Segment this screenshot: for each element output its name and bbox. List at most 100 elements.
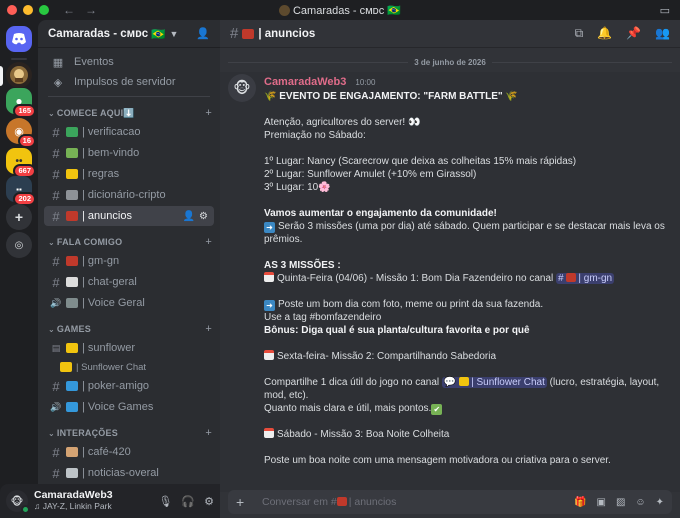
flower-emoji-icon: 🌸 [318,182,331,193]
minimize-window-button[interactable] [23,5,33,15]
category-header[interactable]: ⌄ COMECE AQUI⬇️ + [38,105,220,121]
channel-item[interactable]: # | noticias-overal [44,463,214,483]
emoji-icon[interactable]: ☺ [635,497,645,508]
channel-emoji-icon [66,381,78,391]
bonus-line: Bônus: Diga qual é sua planta/cultura fa… [264,325,530,336]
discover-icon[interactable]: ◎ [6,232,32,258]
calendar-icon: ▦ [52,56,64,69]
create-channel-icon[interactable]: + [205,107,212,119]
channel-emoji-icon [242,28,255,39]
channel-item[interactable]: 🔊 | Voice Geral [44,293,214,313]
chevron-down-icon: ▼ [169,28,179,39]
category-header[interactable]: ⌄ FALA COMIGO + [38,234,220,250]
channel-item[interactable]: # | chat-geral [44,272,214,292]
engage-body: Serão 3 missões (uma por dia) até sábado… [264,221,665,245]
server-yellow-icon[interactable]: •• 667 [6,148,36,178]
channel-list: ⌄ COMECE AQUI⬇️ + # | verificacao # | bem-vind… [38,105,220,483]
message-line: Atenção, agricultores do server! 👀 [264,117,421,128]
category-header[interactable]: ⌄ GAMES + [38,321,220,337]
prize-first: 1º Lugar: Nancy (Scarecrow que deixa as … [264,156,577,167]
channel-title: | anuncios [258,27,316,40]
discord-home-icon[interactable] [6,26,32,52]
hash-icon: # [52,465,60,481]
headset-icon[interactable]: 🎧 [181,495,195,508]
gif-icon[interactable]: ▣ [596,497,605,508]
chevron-down-icon: ⌄ [48,237,55,247]
hash-icon: # [230,25,239,42]
date-divider: 3 de junho de 2026 [228,56,672,68]
nav-server-boosts[interactable]: ◈ Impulsos de servidor [44,72,214,92]
apps-icon[interactable]: ✦ [656,497,664,508]
channel-item[interactable]: # | anuncios 👤 ⚙ [44,206,214,226]
channel-item[interactable]: ▤ | sunflower [44,338,214,358]
user-activity: ♫ JAY-Z, Linkin Park [34,501,112,511]
channel-sidebar: Camaradas - ᴄᴍᴅᴄ 🇧🇷 ▼ 👤 ▦ Eventos ◈ Impu… [38,20,220,518]
channel-emoji-icon [66,402,78,412]
server-orange-icon[interactable]: ◉ 16 [6,118,36,148]
message-line: Premiação no Sábado: [264,130,366,141]
server-green-icon[interactable]: ● 165 [6,88,36,118]
window-title: Camaradas - ᴄᴍᴅᴄ 🇧🇷 [0,4,680,17]
chevron-down-icon: ⌄ [48,324,55,334]
server-camaradas-icon[interactable] [6,62,32,88]
gift-icon[interactable]: 🎁 [574,497,586,508]
server-icon [278,4,290,16]
add-server-icon[interactable]: + [6,204,32,230]
window-controls [7,5,49,15]
message-author[interactable]: CamaradaWeb3 [264,76,346,88]
channel-mention-sunflower-chat[interactable]: 💬 | Sunflower Chat [441,377,547,388]
check-mark-icon: ✔ [431,404,443,415]
invite-people-icon[interactable]: 👤 [196,27,210,40]
channel-item[interactable]: # | verificacao [44,122,214,142]
message-composer[interactable]: + Conversar em # | anuncios 🎁 ▣ ▨ ☺ ✦ [228,490,672,514]
channel-item[interactable]: | Sunflower Chat [54,359,214,375]
channel-emoji-icon [66,148,78,158]
unread-badge: 165 [13,104,36,118]
create-channel-icon[interactable]: + [205,323,212,335]
channel-item[interactable]: # | dicionário-cripto [44,185,214,205]
hash-icon: # [52,253,60,269]
channel-emoji-icon [60,362,72,372]
server-rail: ● 165 ◉ 16 •• 667 ▪▪ 202 + ◎ [0,20,38,518]
author-avatar[interactable]: 🐵 [228,74,256,102]
hash-icon: # [52,187,60,203]
create-channel-icon[interactable]: + [205,236,212,248]
hash-icon: # [52,444,60,460]
channel-mention-gm-gn[interactable]: # | gm-gn [556,273,615,284]
server-header[interactable]: Camaradas - ᴄᴍᴅᴄ 🇧🇷 ▼ 👤 [38,20,220,48]
inbox-icon[interactable]: ▭ [660,4,670,17]
channel-item[interactable]: 🔊 | Voice Games [44,397,214,417]
flag-icon: 🇧🇷 [151,28,166,41]
server-folder-icon[interactable]: ▪▪ 202 [6,176,36,206]
forum-icon: ▤ [51,342,61,353]
sticker-icon[interactable]: ▨ [616,497,625,508]
message[interactable]: 🐵 CamaradaWeb3 10:00 🌾 EVENTO DE ENGAJAM… [220,72,680,492]
microphone-icon[interactable]: 🎙 [158,495,172,508]
threads-icon[interactable]: ⧉ [575,26,584,41]
channel-settings-gear-icon[interactable]: ⚙ [199,211,208,222]
channel-item[interactable]: # | regras [44,164,214,184]
upload-plus-icon[interactable]: + [236,494,250,510]
settings-gear-icon[interactable]: ⚙ [204,495,214,508]
composer-placeholder: Conversar em # | anuncios [262,496,397,508]
pin-icon[interactable]: 📌 [626,26,641,41]
channel-item[interactable]: # | gm-gn [44,251,214,271]
member-list-icon[interactable]: 👥 [655,26,670,41]
maximize-window-button[interactable] [39,5,49,15]
channel-item[interactable]: # | poker-amigo [44,376,214,396]
create-channel-icon[interactable]: + [205,427,212,439]
invite-icon[interactable]: 👤 [183,211,195,222]
channel-item[interactable]: # | café-420 [44,442,214,462]
message-line: Poste um boa noite com uma mensagem moti… [264,455,611,466]
back-arrow-icon[interactable]: ← [63,3,75,17]
channel-emoji-icon [66,468,78,478]
category-header[interactable]: ⌄ INTERAÇÕES + [38,425,220,441]
avatar[interactable]: 🐵 [6,490,30,514]
channel-item[interactable]: # | bem-vindo [44,143,214,163]
close-window-button[interactable] [7,5,17,15]
notification-bell-icon[interactable]: 🔔 [597,26,612,41]
nav-events[interactable]: ▦ Eventos [44,52,214,72]
message-line: Use a tag #bomfazendeiro [264,312,382,323]
forward-arrow-icon[interactable]: → [85,3,97,17]
chevron-down-icon: ⌄ [48,428,55,438]
